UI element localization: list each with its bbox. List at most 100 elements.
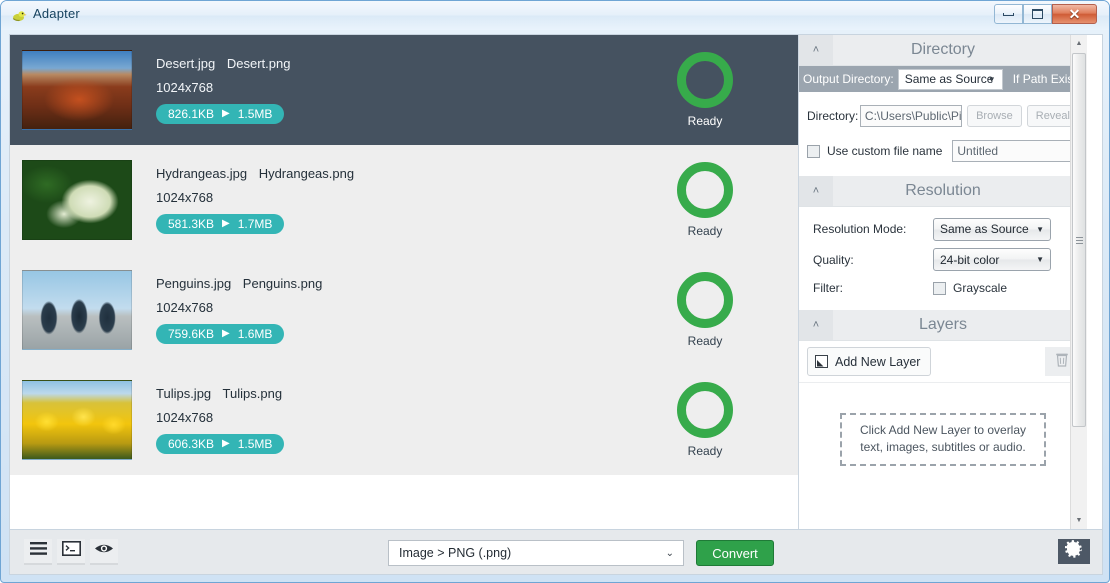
minimize-button[interactable] [994, 4, 1023, 24]
toolbar-icon-group [24, 539, 123, 565]
directory-row: Directory: C:\Users\Public\Pictur Browse… [799, 98, 1087, 134]
status-indicator: Ready [660, 162, 750, 238]
bottom-toolbar: Image > PNG (.png) ⌄ Convert [9, 530, 1103, 575]
layers-hint-line-2: text, images, subtitles or audio. [851, 439, 1035, 456]
filter-row: Filter: Grayscale [799, 274, 1087, 302]
collapse-toggle-resolution[interactable]: ˄ [799, 176, 833, 206]
filter-label: Filter: [813, 281, 933, 295]
menu-icon [30, 542, 47, 560]
chevron-up-icon: ˄ [813, 45, 819, 56]
gear-icon [1065, 540, 1083, 563]
directory-label: Directory: [807, 109, 860, 123]
output-directory-value: Same as Source [905, 72, 994, 86]
table-row[interactable]: Hydrangeas.jpg Hydrangeas.png 1024x768 5… [10, 145, 798, 255]
minimize-icon [1003, 13, 1014, 16]
arrow-right-icon: ▶ [222, 436, 230, 452]
table-row[interactable]: Penguins.jpg Penguins.png 1024x768 759.6… [10, 255, 798, 365]
section-header-resolution[interactable]: ˄ Resolution [799, 176, 1087, 207]
chevron-down-icon: ▼ [988, 75, 996, 84]
chevron-up-icon: ˄ [813, 186, 819, 197]
quality-row: Quality: 24-bit color ▼ [799, 245, 1087, 274]
progress-ring-icon [677, 272, 733, 328]
collapse-toggle-layers[interactable]: ˄ [799, 310, 833, 340]
status-label: Ready [660, 334, 750, 348]
status-indicator: Ready [660, 382, 750, 458]
size-output: 1.5MB [238, 106, 273, 122]
size-output: 1.7MB [238, 216, 273, 232]
table-row[interactable]: Desert.jpg Desert.png 1024x768 826.1KB ▶… [10, 35, 798, 145]
output-format-select[interactable]: Image > PNG (.png) ⌄ [388, 540, 684, 566]
maximize-button[interactable] [1023, 4, 1052, 24]
duck-icon [11, 8, 27, 24]
file-list[interactable]: Desert.jpg Desert.png 1024x768 826.1KB ▶… [10, 35, 798, 529]
settings-scrollbar[interactable]: ▲ ▼ [1070, 35, 1087, 529]
chevron-up-icon: ˄ [813, 320, 819, 331]
target-file-name: Penguins.png [243, 276, 323, 291]
use-custom-file-name-checkbox[interactable] [807, 145, 820, 158]
console-button[interactable] [57, 539, 85, 565]
source-file-name: Tulips.jpg [156, 386, 211, 401]
directory-input[interactable]: C:\Users\Public\Pictur [860, 105, 962, 127]
preview-button[interactable] [90, 539, 118, 565]
target-file-name: Desert.png [227, 56, 291, 71]
arrow-right-icon: ▶ [222, 216, 230, 232]
menu-button[interactable] [24, 539, 52, 565]
resolution-mode-value: Same as Source [940, 222, 1029, 236]
progress-ring-icon [677, 52, 733, 108]
custom-file-name-input[interactable]: Untitled [952, 140, 1072, 162]
chevron-down-icon: ⌄ [666, 548, 674, 559]
chevron-down-icon: ▼ [1036, 225, 1044, 234]
maximize-icon [1032, 9, 1043, 19]
grayscale-checkbox[interactable] [933, 282, 946, 295]
output-directory-select[interactable]: Same as Source ▼ [898, 69, 1003, 90]
add-new-layer-button[interactable]: Add New Layer [807, 347, 931, 376]
section-title: Resolution [905, 182, 981, 200]
section-header-layers[interactable]: ˄ Layers [799, 310, 1087, 341]
preview-eye-icon [94, 542, 114, 560]
output-format-value: Image > PNG (.png) [399, 546, 511, 560]
status-indicator: Ready [660, 52, 750, 128]
file-thumbnail [22, 380, 132, 460]
scrollbar-grip-icon [1076, 235, 1083, 246]
quality-select[interactable]: 24-bit color ▼ [933, 248, 1051, 271]
section-header-directory[interactable]: ˄ Directory [799, 35, 1087, 66]
settings-button[interactable] [1058, 539, 1090, 567]
settings-panel: ˄ Directory Output Directory: Same as So… [798, 35, 1087, 529]
close-button[interactable]: ✕ [1052, 4, 1097, 24]
trash-icon [1054, 351, 1070, 373]
quality-label: Quality: [813, 253, 933, 267]
browse-button[interactable]: Browse [967, 105, 1022, 127]
target-file-name: Hydrangeas.png [259, 166, 354, 181]
scroll-up-button[interactable]: ▲ [1071, 35, 1087, 52]
output-directory-label: Output Directory: [803, 72, 894, 86]
resolution-mode-label: Resolution Mode: [813, 222, 933, 236]
window-title: Adapter [33, 6, 80, 21]
main-content: Desert.jpg Desert.png 1024x768 826.1KB ▶… [9, 34, 1103, 530]
convert-button[interactable]: Convert [696, 540, 774, 566]
scrollbar-thumb[interactable] [1072, 53, 1086, 427]
scroll-down-button[interactable]: ▼ [1071, 512, 1087, 529]
size-input: 581.3KB [168, 216, 214, 232]
status-label: Ready [660, 444, 750, 458]
table-row[interactable]: Tulips.jpg Tulips.png 1024x768 606.3KB ▶… [10, 365, 798, 475]
output-directory-bar: Output Directory: Same as Source ▼ If Pa… [799, 66, 1087, 92]
file-thumbnail [22, 270, 132, 350]
size-badge: 606.3KB ▶ 1.5MB [156, 434, 284, 454]
grayscale-label: Grayscale [953, 281, 1007, 295]
close-icon: ✕ [1069, 7, 1081, 21]
layers-toolbar: Add New Layer [799, 341, 1087, 383]
progress-ring-icon [677, 162, 733, 218]
source-file-name: Hydrangeas.jpg [156, 166, 247, 181]
convert-label: Convert [712, 546, 758, 561]
file-thumbnail [22, 50, 132, 130]
application-window: Adapter ✕ Desert.jpg Desert.png 1024x768 [0, 0, 1110, 583]
resolution-mode-select[interactable]: Same as Source ▼ [933, 218, 1051, 241]
use-custom-file-name-label: Use custom file name [827, 144, 942, 158]
size-input: 826.1KB [168, 106, 214, 122]
collapse-toggle-directory[interactable]: ˄ [799, 35, 833, 65]
title-bar: Adapter ✕ [1, 1, 1109, 30]
console-icon [62, 541, 81, 561]
size-badge: 581.3KB ▶ 1.7MB [156, 214, 284, 234]
section-title: Layers [919, 316, 967, 334]
resolution-mode-row: Resolution Mode: Same as Source ▼ [799, 213, 1087, 245]
